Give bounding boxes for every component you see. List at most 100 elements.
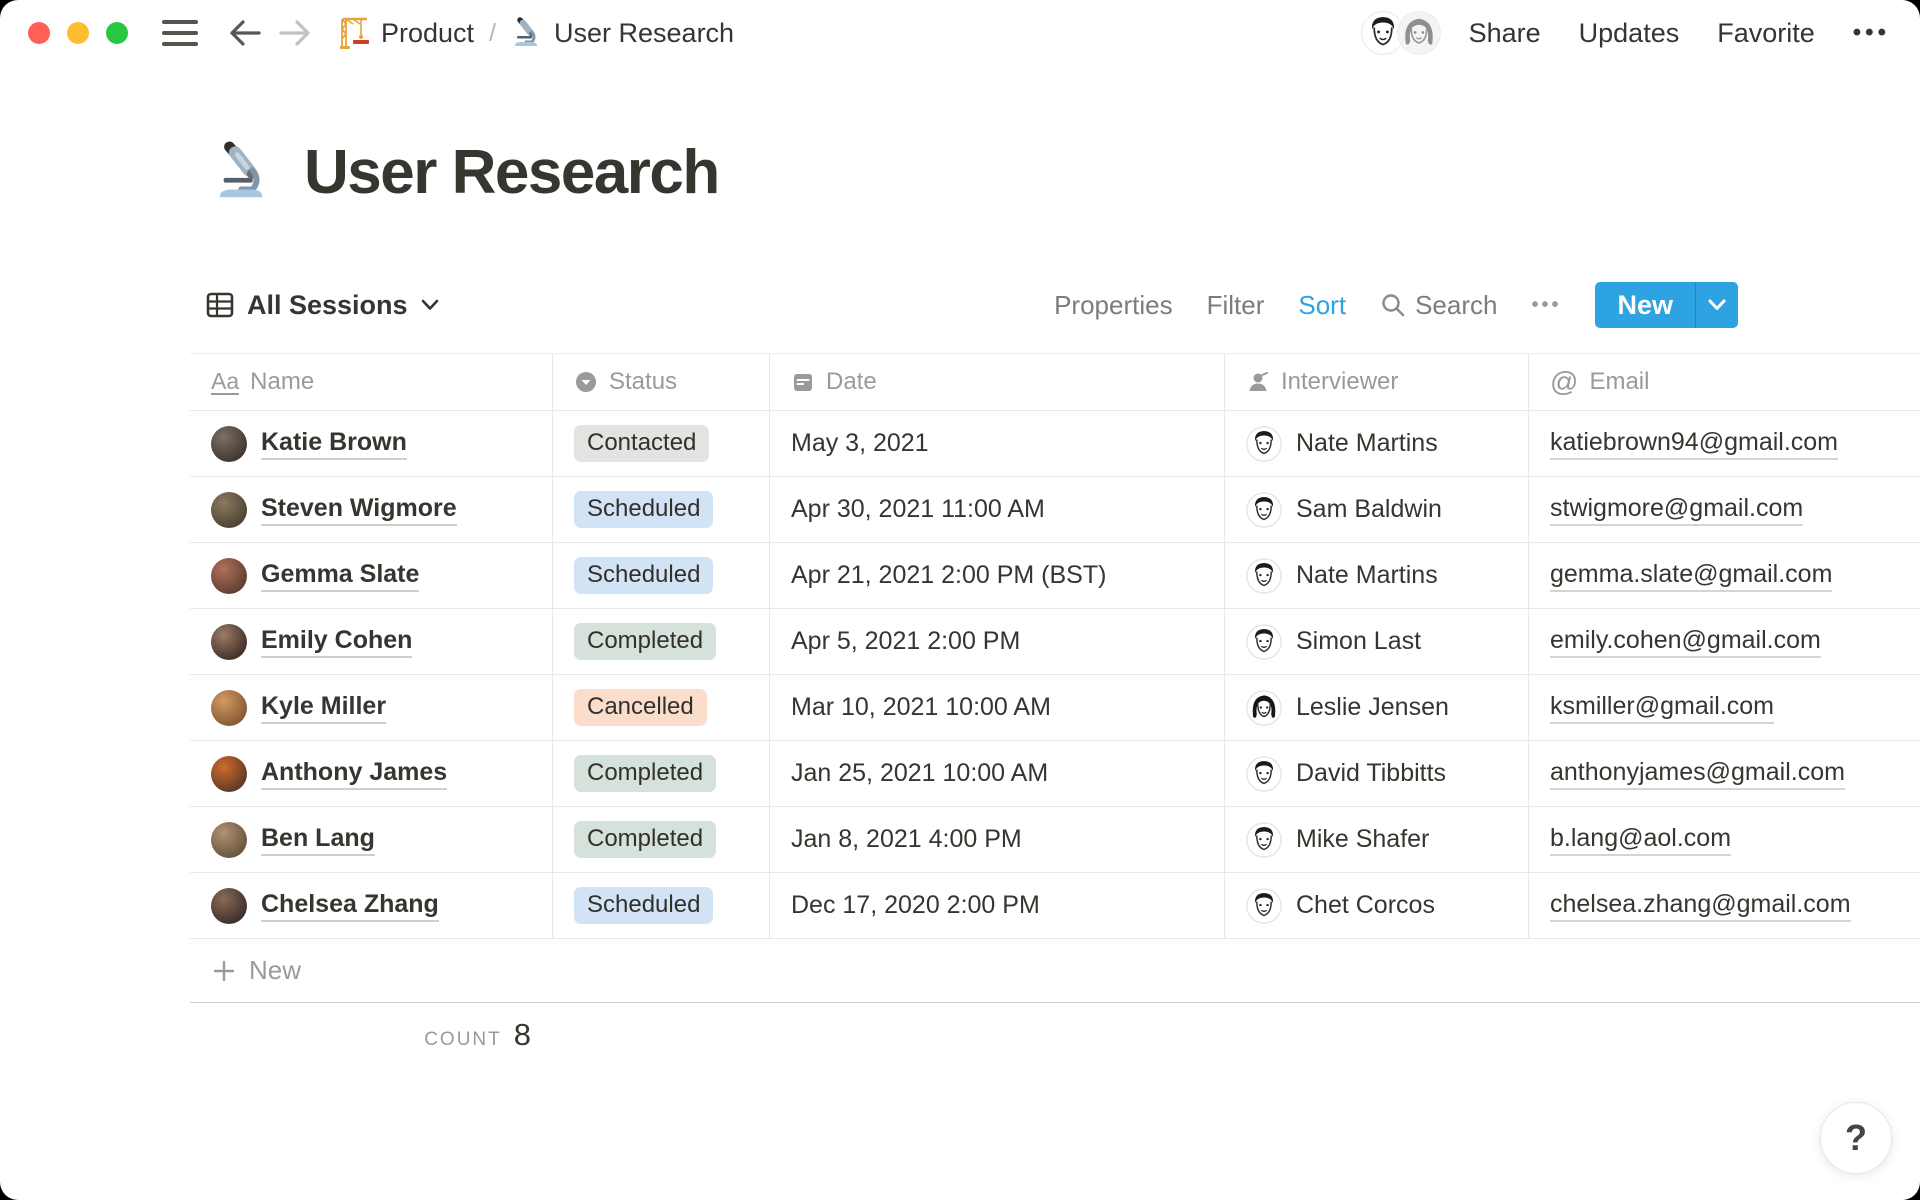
email-cell[interactable]: anthonyjames@gmail.com bbox=[1529, 741, 1920, 806]
status-cell[interactable]: Contacted bbox=[553, 411, 770, 476]
share-button[interactable]: Share bbox=[1469, 18, 1541, 49]
session-name-link[interactable]: Ben Lang bbox=[261, 824, 375, 856]
table-body: Katie Brown Contacted May 3, 2021 Nate M… bbox=[190, 411, 1920, 939]
email-cell[interactable]: katiebrown94@gmail.com bbox=[1529, 411, 1920, 476]
interviewer-name: Chet Corcos bbox=[1296, 891, 1435, 919]
column-header-status[interactable]: Status bbox=[553, 354, 770, 410]
session-name-link[interactable]: Kyle Miller bbox=[261, 692, 387, 724]
column-header-name[interactable]: Aa Name bbox=[190, 354, 553, 410]
status-cell[interactable]: Cancelled bbox=[553, 675, 770, 740]
email-link[interactable]: katiebrown94@gmail.com bbox=[1550, 428, 1839, 460]
forward-arrow-icon[interactable] bbox=[278, 18, 312, 48]
email-cell[interactable]: stwigmore@gmail.com bbox=[1529, 477, 1920, 542]
email-cell[interactable]: emily.cohen@gmail.com bbox=[1529, 609, 1920, 674]
search-button[interactable]: Search bbox=[1380, 290, 1497, 321]
name-cell[interactable]: Kyle Miller bbox=[190, 675, 553, 740]
favorite-button[interactable]: Favorite bbox=[1717, 18, 1815, 49]
date-cell[interactable]: Apr 21, 2021 2:00 PM (BST) bbox=[770, 543, 1225, 608]
email-link[interactable]: stwigmore@gmail.com bbox=[1550, 494, 1804, 526]
add-row-button[interactable]: New bbox=[190, 939, 1920, 1003]
close-window-button[interactable] bbox=[28, 22, 50, 44]
name-cell[interactable]: Anthony James bbox=[190, 741, 553, 806]
interviewer-cell[interactable]: Simon Last bbox=[1225, 609, 1529, 674]
date-cell[interactable]: Jan 25, 2021 10:00 AM bbox=[770, 741, 1225, 806]
date-cell[interactable]: Apr 30, 2021 11:00 AM bbox=[770, 477, 1225, 542]
interviewer-cell[interactable]: Mike Shafer bbox=[1225, 807, 1529, 872]
session-name-link[interactable]: Emily Cohen bbox=[261, 626, 413, 658]
avatar bbox=[211, 821, 247, 858]
status-cell[interactable]: Completed bbox=[553, 807, 770, 872]
collaborator-avatar[interactable] bbox=[1394, 9, 1443, 57]
date-cell[interactable]: Dec 17, 2020 2:00 PM bbox=[770, 873, 1225, 938]
email-link[interactable]: b.lang@aol.com bbox=[1550, 824, 1732, 856]
name-cell[interactable]: Chelsea Zhang bbox=[190, 873, 553, 938]
new-button-label[interactable]: New bbox=[1595, 282, 1695, 328]
date-cell[interactable]: May 3, 2021 bbox=[770, 411, 1225, 476]
session-name-link[interactable]: Katie Brown bbox=[261, 428, 407, 460]
view-switcher-all-sessions[interactable]: All Sessions bbox=[190, 290, 439, 321]
status-cell[interactable]: Completed bbox=[553, 609, 770, 674]
table-row: Anthony James Completed Jan 25, 2021 10:… bbox=[190, 741, 1920, 807]
name-cell[interactable]: Emily Cohen bbox=[190, 609, 553, 674]
email-link[interactable]: emily.cohen@gmail.com bbox=[1550, 626, 1821, 658]
name-cell[interactable]: Katie Brown bbox=[190, 411, 553, 476]
minimize-window-button[interactable] bbox=[67, 22, 89, 44]
interviewer-cell[interactable]: Nate Martins bbox=[1225, 411, 1529, 476]
session-name-link[interactable]: Anthony James bbox=[261, 758, 448, 790]
help-button[interactable]: ? bbox=[1820, 1102, 1892, 1174]
back-arrow-icon[interactable] bbox=[228, 18, 262, 48]
name-cell[interactable]: Steven Wigmore bbox=[190, 477, 553, 542]
email-cell[interactable]: b.lang@aol.com bbox=[1529, 807, 1920, 872]
status-cell[interactable]: Scheduled bbox=[553, 477, 770, 542]
session-name-link[interactable]: Gemma Slate bbox=[261, 560, 420, 592]
more-options-icon[interactable]: ••• bbox=[1853, 19, 1890, 47]
name-cell[interactable]: Gemma Slate bbox=[190, 543, 553, 608]
date-cell[interactable]: Mar 10, 2021 10:00 AM bbox=[770, 675, 1225, 740]
date-cell[interactable]: Apr 5, 2021 2:00 PM bbox=[770, 609, 1225, 674]
count-value: 8 bbox=[513, 1017, 531, 1052]
email-cell[interactable]: gemma.slate@gmail.com bbox=[1529, 543, 1920, 608]
status-cell[interactable]: Completed bbox=[553, 741, 770, 806]
interviewer-cell[interactable]: Sam Baldwin bbox=[1225, 477, 1529, 542]
status-cell[interactable]: Scheduled bbox=[553, 543, 770, 608]
breadcrumb-item-user-research[interactable]: User Research bbox=[511, 16, 734, 50]
email-link[interactable]: ksmiller@gmail.com bbox=[1550, 692, 1775, 724]
new-button-dropdown[interactable] bbox=[1696, 282, 1738, 328]
email-link[interactable]: gemma.slate@gmail.com bbox=[1550, 560, 1833, 592]
status-cell[interactable]: Scheduled bbox=[553, 873, 770, 938]
name-cell[interactable]: Ben Lang bbox=[190, 807, 553, 872]
page-title: User Research bbox=[304, 137, 720, 207]
updates-button[interactable]: Updates bbox=[1579, 18, 1680, 49]
search-icon bbox=[1380, 292, 1406, 318]
sort-button[interactable]: Sort bbox=[1298, 290, 1346, 321]
zoom-window-button[interactable] bbox=[106, 22, 128, 44]
interviewer-cell[interactable]: David Tibbitts bbox=[1225, 741, 1529, 806]
avatar bbox=[211, 425, 247, 462]
email-link[interactable]: chelsea.zhang@gmail.com bbox=[1550, 890, 1851, 922]
breadcrumb-item-product[interactable]: Product bbox=[338, 16, 474, 50]
interviewer-avatar bbox=[1246, 887, 1282, 924]
date-cell[interactable]: Jan 8, 2021 4:00 PM bbox=[770, 807, 1225, 872]
breadcrumb-label: Product bbox=[381, 17, 475, 48]
email-link[interactable]: anthonyjames@gmail.com bbox=[1550, 758, 1845, 790]
avatar bbox=[211, 557, 247, 594]
column-header-date[interactable]: Date bbox=[770, 354, 1225, 410]
interviewer-cell[interactable]: Leslie Jensen bbox=[1225, 675, 1529, 740]
breadcrumb-separator: / bbox=[489, 18, 497, 47]
email-cell[interactable]: chelsea.zhang@gmail.com bbox=[1529, 873, 1920, 938]
interviewer-name: Sam Baldwin bbox=[1296, 495, 1442, 523]
filter-button[interactable]: Filter bbox=[1207, 290, 1265, 321]
session-name-link[interactable]: Chelsea Zhang bbox=[261, 890, 439, 922]
interviewer-name: Mike Shafer bbox=[1296, 825, 1430, 853]
properties-button[interactable]: Properties bbox=[1054, 290, 1173, 321]
interviewer-cell[interactable]: Nate Martins bbox=[1225, 543, 1529, 608]
email-cell[interactable]: ksmiller@gmail.com bbox=[1529, 675, 1920, 740]
column-header-email[interactable]: @ Email bbox=[1529, 354, 1920, 410]
interviewer-cell[interactable]: Chet Corcos bbox=[1225, 873, 1529, 938]
microscope-icon[interactable] bbox=[212, 139, 274, 205]
sidebar-toggle-icon[interactable] bbox=[162, 20, 198, 46]
session-name-link[interactable]: Steven Wigmore bbox=[261, 494, 457, 526]
column-header-interviewer[interactable]: Interviewer bbox=[1225, 354, 1529, 410]
view-more-options-icon[interactable]: ••• bbox=[1531, 294, 1561, 317]
interviewer-avatar bbox=[1246, 755, 1282, 792]
